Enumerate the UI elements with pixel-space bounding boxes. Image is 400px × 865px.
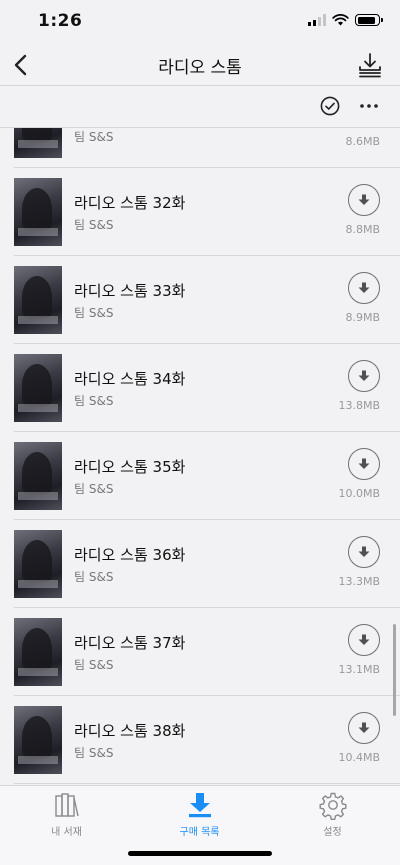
wifi-icon — [332, 14, 349, 26]
page-title: 라디오 스톰 — [158, 58, 242, 78]
episode-cover-thumbnail — [14, 618, 62, 686]
episode-row[interactable]: 라디오 스톰 33화팀 S&S 8.9MB — [14, 256, 400, 344]
download-all-icon[interactable] — [358, 52, 382, 78]
episode-cover-thumbnail — [14, 530, 62, 598]
episode-cover-thumbnail — [14, 442, 62, 510]
episode-title: 라디오 스톰 38화 — [74, 722, 186, 740]
gear-icon — [319, 792, 346, 820]
status-icons — [308, 14, 383, 26]
file-size: 13.8MB — [338, 399, 380, 412]
download-arrow-icon — [358, 722, 370, 733]
download-button[interactable] — [348, 536, 380, 568]
download-arrow-icon — [358, 282, 370, 293]
toolbar — [0, 86, 400, 128]
episode-row[interactable]: 라디오 스톰 36화팀 S&S 13.3MB — [14, 520, 400, 608]
download-button[interactable] — [348, 184, 380, 216]
episode-author: 팀 S&S — [74, 570, 114, 584]
episode-row[interactable]: 라디오 스톰 37화팀 S&S 13.1MB — [14, 608, 400, 696]
file-size: 10.0MB — [338, 487, 380, 500]
download-button[interactable] — [348, 360, 380, 392]
episode-cover-thumbnail — [14, 128, 62, 158]
download-icon — [188, 793, 211, 818]
download-button[interactable] — [348, 712, 380, 744]
episode-row[interactable]: 라디오 스톰 31화팀 S&S8.6MB — [14, 128, 400, 168]
tab-library[interactable]: 내 서재 — [0, 790, 133, 838]
download-arrow-icon — [358, 194, 370, 205]
navigation-bar: 라디오 스톰 — [0, 44, 400, 86]
episode-title: 라디오 스톰 33화 — [74, 282, 186, 300]
episode-author: 팀 S&S — [74, 482, 114, 496]
status-time: 1:26 — [38, 11, 83, 31]
episode-row[interactable]: 라디오 스톰 35화팀 S&S 10.0MB — [14, 432, 400, 520]
tab-label: 설정 — [323, 827, 342, 838]
episode-author: 팀 S&S — [74, 394, 114, 408]
episode-author: 팀 S&S — [74, 306, 114, 320]
episode-cover-thumbnail — [14, 266, 62, 334]
episode-title: 라디오 스톰 37화 — [74, 634, 186, 652]
status-bar: 1:26 — [0, 0, 400, 44]
episode-author: 팀 S&S — [74, 130, 114, 144]
home-indicator[interactable] — [128, 851, 272, 856]
episode-list[interactable]: 라디오 스톰 31화팀 S&S8.6MB라디오 스톰 32화팀 S&S8.8MB… — [0, 128, 400, 785]
episode-author: 팀 S&S — [74, 218, 114, 232]
episode-title: 라디오 스톰 35화 — [74, 458, 186, 476]
download-button[interactable] — [348, 624, 380, 656]
more-options-icon[interactable] — [360, 104, 378, 108]
library-icon — [54, 793, 79, 817]
download-arrow-icon — [358, 634, 370, 645]
episode-cover-thumbnail — [14, 354, 62, 422]
file-size: 8.8MB — [345, 223, 380, 236]
episode-author: 팀 S&S — [74, 658, 114, 672]
download-arrow-icon — [358, 546, 370, 557]
episode-cover-thumbnail — [14, 706, 62, 774]
file-size: 13.1MB — [338, 663, 380, 676]
episode-title: 라디오 스톰 36화 — [74, 546, 186, 564]
tab-label: 내 서재 — [51, 827, 82, 838]
battery-icon — [355, 14, 383, 26]
file-size: 8.6MB — [345, 135, 380, 148]
episode-list-content: 라디오 스톰 31화팀 S&S8.6MB라디오 스톰 32화팀 S&S8.8MB… — [0, 128, 400, 784]
signal-icon — [308, 14, 326, 26]
episode-row[interactable]: 라디오 스톰 32화팀 S&S 8.8MB — [14, 168, 400, 256]
download-button[interactable] — [348, 448, 380, 480]
episode-row[interactable]: 라디오 스톰 34화팀 S&S 13.8MB — [14, 344, 400, 432]
tab-settings[interactable]: 설정 — [266, 790, 399, 838]
select-check-icon[interactable] — [320, 96, 340, 116]
episode-cover-thumbnail — [14, 178, 62, 246]
episode-author: 팀 S&S — [74, 746, 114, 760]
episode-title: 라디오 스톰 34화 — [74, 370, 186, 388]
file-size: 10.4MB — [338, 751, 380, 764]
download-arrow-icon — [358, 370, 370, 381]
tab-label: 구매 목록 — [179, 827, 220, 838]
tab-purchases[interactable]: 구매 목록 — [133, 790, 266, 838]
file-size: 8.9MB — [345, 311, 380, 324]
episode-title: 라디오 스톰 32화 — [74, 194, 186, 212]
download-button[interactable] — [348, 272, 380, 304]
file-size: 13.3MB — [338, 575, 380, 588]
scroll-indicator[interactable] — [393, 624, 396, 716]
episode-row[interactable]: 라디오 스톰 38화팀 S&S 10.4MB — [14, 696, 400, 784]
download-arrow-icon — [358, 458, 370, 469]
